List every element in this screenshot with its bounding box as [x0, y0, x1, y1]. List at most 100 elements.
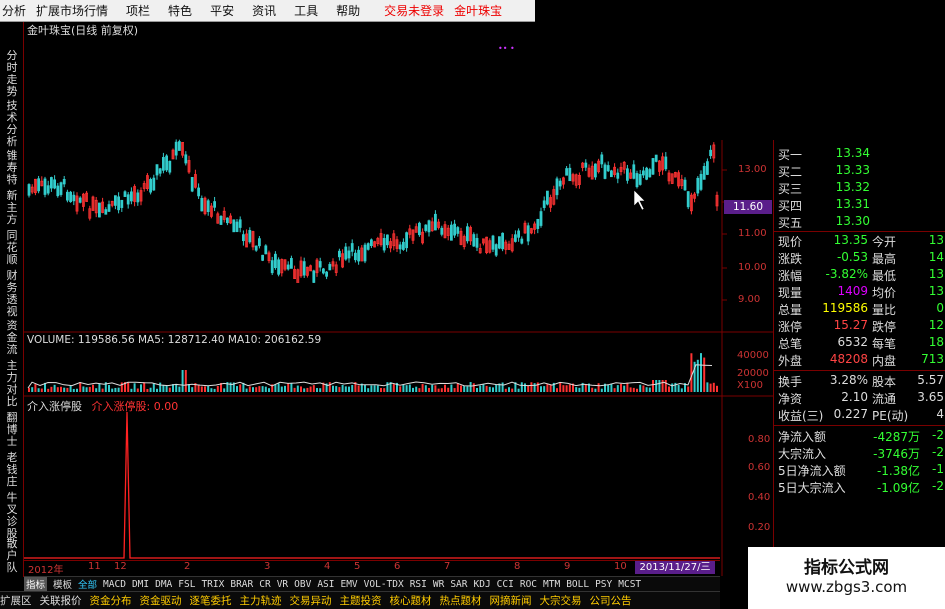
volume-bar: [364, 384, 366, 392]
indicator-tab[interactable]: FSL: [178, 579, 195, 590]
indicator-tab[interactable]: RSI: [410, 579, 427, 590]
indicator-tab-bar: 指标 模板 全部 MACD DMI DMA FSL TRIX BRAR CR VR OBV ASI EMV…: [24, 576, 720, 591]
indicator-tab[interactable]: VR: [277, 579, 288, 590]
indicator-tab[interactable]: TRIX: [201, 579, 224, 590]
volume-bar: [428, 387, 430, 392]
bottom-tab[interactable]: 扩展区: [0, 593, 32, 608]
volume-bar: [594, 388, 597, 392]
indicator-tab[interactable]: WR: [433, 579, 444, 590]
bottom-tab[interactable]: 关联报价: [40, 593, 82, 608]
volume-bar: [306, 387, 309, 392]
bottom-tab[interactable]: 核心题材: [390, 593, 432, 608]
indicator-tab[interactable]: DMA: [155, 579, 172, 590]
volume-bar: [245, 388, 248, 392]
indicator-tab[interactable]: MCST: [618, 579, 641, 590]
bottom-tab[interactable]: 资金驱动: [140, 593, 182, 608]
volume-bar: [495, 384, 498, 392]
candle-body: [158, 168, 162, 174]
candle-body: [289, 258, 293, 269]
bottom-tab[interactable]: 资金分布: [90, 593, 132, 608]
candle-body: [497, 236, 501, 249]
indicator-tab[interactable]: PSY: [595, 579, 612, 590]
bottom-tab[interactable]: 交易异动: [290, 593, 332, 608]
volume-bar: [447, 387, 450, 392]
indicator-tab[interactable]: SAR: [450, 579, 467, 590]
candle-body: [56, 185, 60, 197]
indicator-tab[interactable]: 指标: [24, 577, 48, 591]
indicator-tab[interactable]: KDJ: [474, 579, 491, 590]
volume-bar: [175, 383, 178, 392]
indicator-tab[interactable]: CR: [259, 579, 270, 590]
candle-body: [603, 164, 607, 179]
volume-bar: [303, 388, 306, 392]
volume-bar: [159, 382, 162, 392]
indicator-tab[interactable]: EMV: [340, 579, 357, 590]
candle-body: [638, 174, 642, 185]
bid-row: 买四 13.31: [778, 197, 943, 213]
volume-bar: [709, 383, 712, 392]
indicator-tab[interactable]: MTM: [543, 579, 560, 590]
bid-label: 买三: [778, 182, 803, 196]
bottom-tab[interactable]: 大宗交易: [540, 593, 582, 608]
bottom-tab[interactable]: 逐笔委托: [190, 593, 232, 608]
candle-body: [43, 178, 47, 195]
volume-bar: [703, 357, 706, 392]
indicator-name: 介入涨停股: [27, 400, 82, 413]
volume-bar: [328, 382, 331, 392]
stat-label: 涨停: [778, 320, 803, 334]
candle-body: [363, 244, 367, 262]
volume-bar: [82, 386, 85, 392]
flow-label: 大宗流入: [778, 447, 827, 461]
stat-label: 外盘: [778, 354, 803, 368]
candle-body: [273, 253, 277, 269]
candle-body: [606, 165, 610, 172]
volume-bar: [274, 384, 277, 392]
volume-bar: [610, 383, 613, 392]
indicator-tab[interactable]: VOL-TDX: [364, 579, 404, 590]
stat-value: -3.82%: [825, 267, 868, 281]
candle-body: [232, 219, 236, 233]
stat-label: 现价: [778, 235, 803, 249]
volume-bar: [632, 387, 635, 392]
candle-body: [584, 162, 588, 168]
candle-body: [526, 225, 530, 242]
candle-body: [709, 149, 712, 157]
candle-body: [98, 202, 101, 218]
bottom-tab[interactable]: 网摘新闻: [490, 593, 532, 608]
bottom-tab[interactable]: 公司公告: [590, 593, 632, 608]
volume-bar: [546, 384, 549, 392]
indicator-tab[interactable]: OBV: [294, 579, 311, 590]
indicator-tab[interactable]: DMI: [132, 579, 149, 590]
candle-body: [53, 179, 56, 189]
candle-body: [565, 168, 568, 176]
stat-value: 13.35: [833, 233, 868, 247]
divider: [774, 231, 945, 232]
indicator-tab[interactable]: CCI: [497, 579, 514, 590]
volume-bar: [316, 388, 318, 392]
indicator-tab[interactable]: BRAR: [230, 579, 253, 590]
candle-body: [37, 178, 40, 192]
candle-body: [706, 161, 709, 175]
bottom-tab[interactable]: 主力轨迹: [240, 593, 282, 608]
indicator-tab[interactable]: 全部: [78, 577, 97, 591]
volume-bar: [578, 387, 581, 392]
volume-bar: [648, 387, 651, 392]
indicator-tab[interactable]: ROC: [520, 579, 537, 590]
indicator-tab[interactable]: MACD: [103, 579, 126, 590]
stat-value: 2.10: [841, 390, 868, 404]
bottom-tab[interactable]: 热点题材: [440, 593, 482, 608]
stat-row: 现价 13.35 今开 13: [778, 233, 945, 249]
volume-bar: [162, 384, 165, 392]
candle-body: [248, 230, 252, 243]
indicator-value: 介入涨停股: 0.00: [91, 400, 179, 413]
watermark: 指标公式网 www.zbgs3.com: [748, 547, 945, 609]
indicator-tab[interactable]: BOLL: [566, 579, 589, 590]
flow-value: -3746万: [873, 447, 920, 461]
indicator-tab[interactable]: ASI: [317, 579, 334, 590]
volume-bar: [95, 388, 98, 392]
bottom-tab[interactable]: 主题投资: [340, 593, 382, 608]
indicator-tab[interactable]: 模板: [53, 577, 72, 591]
volume-bar: [655, 380, 658, 392]
candle-body: [347, 250, 351, 259]
volume-bar: [584, 384, 587, 392]
